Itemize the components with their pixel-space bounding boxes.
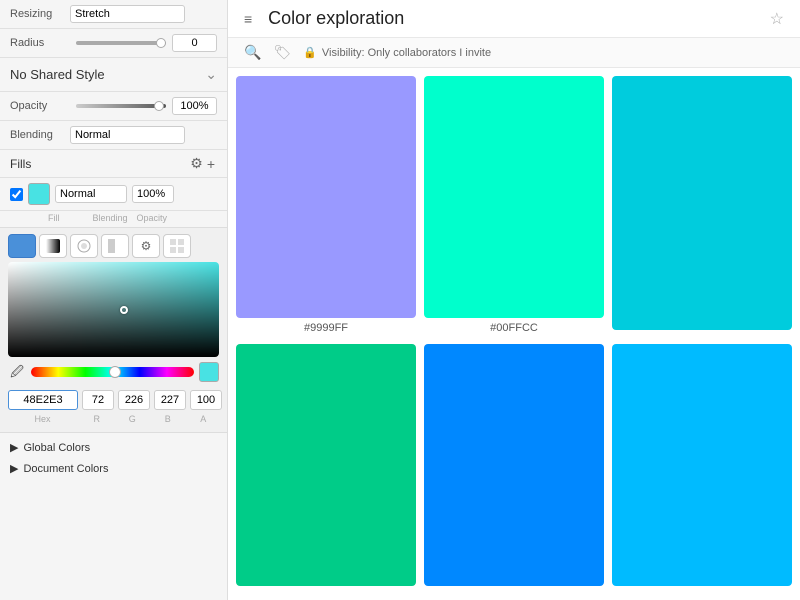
color-tile-6 xyxy=(612,344,792,592)
blending-sub-label: Blending xyxy=(93,213,128,223)
color-label-5 xyxy=(424,590,604,592)
global-colors-row[interactable]: ▶ Global Colors xyxy=(0,437,227,458)
resizing-select[interactable]: Stretch xyxy=(70,5,185,23)
tag-icon[interactable]: 🏷 xyxy=(273,44,291,61)
fill-label: Fill xyxy=(48,213,60,223)
color-swatch-5[interactable] xyxy=(424,344,604,586)
color-tile-5 xyxy=(424,344,604,592)
fills-settings-button[interactable]: ⚙ xyxy=(188,155,205,172)
color-label-3 xyxy=(612,334,792,336)
fills-row: Normal 100% xyxy=(0,178,227,211)
eyedropper-button[interactable]: 🖉 xyxy=(8,363,26,381)
global-colors-label: Global Colors xyxy=(23,442,90,454)
resizing-row: Resizing Stretch xyxy=(0,0,227,29)
blue-input[interactable]: 227 xyxy=(154,390,186,410)
search-icon[interactable]: 🔍 xyxy=(244,44,261,61)
b-label: B xyxy=(152,414,184,424)
hue-row: 🖉 xyxy=(0,357,227,387)
color-swatch-2[interactable] xyxy=(424,76,604,318)
radius-label: Radius xyxy=(10,37,70,49)
color-grid: #9999FF #00FFCC xyxy=(228,68,800,600)
color-label-4 xyxy=(236,590,416,592)
alpha-swatch[interactable] xyxy=(199,362,219,382)
angular-mode-button[interactable] xyxy=(101,234,129,258)
green-input[interactable]: 226 xyxy=(118,390,150,410)
radial-mode-button[interactable] xyxy=(70,234,98,258)
hamburger-icon[interactable]: ≡ xyxy=(244,11,252,27)
fill-opacity-input[interactable]: 100% xyxy=(132,185,174,203)
triangle-icon-doc: ▶ xyxy=(10,462,18,475)
color-label-1: #9999FF xyxy=(236,322,416,336)
color-label-6 xyxy=(612,590,792,592)
blending-select[interactable]: Normal xyxy=(70,126,185,144)
opacity-sub-label: Opacity xyxy=(137,213,168,223)
g-label: G xyxy=(116,414,148,424)
color-tile-1: #9999FF xyxy=(236,76,416,336)
fill-checkbox[interactable] xyxy=(10,188,23,201)
alpha-input[interactable]: 100 xyxy=(190,390,222,410)
radius-row: Radius 0 xyxy=(0,29,227,58)
opacity-label: Opacity xyxy=(10,100,70,112)
left-panel: Resizing Stretch Radius 0 No Shared Styl… xyxy=(0,0,228,600)
hex-input[interactable]: 48E2E3 xyxy=(8,390,78,410)
hue-thumb xyxy=(109,366,121,378)
fills-labels: Fill Blending Opacity xyxy=(0,211,227,227)
sub-bar: 🔍 🏷 🔒 Visibility: Only collaborators I i… xyxy=(228,38,800,68)
hex-label: Hex xyxy=(8,414,77,424)
color-swatch-6[interactable] xyxy=(612,344,792,586)
triangle-icon: ▶ xyxy=(10,441,18,454)
red-input[interactable]: 72 xyxy=(82,390,114,410)
color-picker: ⚙ 🖉 48E2E3 72 xyxy=(0,227,227,432)
blending-row: Blending Normal xyxy=(0,121,227,150)
shared-style-text: No Shared Style xyxy=(10,67,205,82)
top-bar: ≡ Color exploration ☆ xyxy=(228,0,800,38)
a-label: A xyxy=(187,414,219,424)
settings-mode-button[interactable]: ⚙ xyxy=(132,234,160,258)
blending-label: Blending xyxy=(10,129,70,141)
fills-title: Fills xyxy=(10,157,188,171)
page-title: Color exploration xyxy=(268,8,769,29)
opacity-slider[interactable] xyxy=(76,104,166,108)
r-label: R xyxy=(81,414,113,424)
document-colors-row[interactable]: ▶ Document Colors xyxy=(0,458,227,479)
chevron-down-icon: ⌄ xyxy=(205,66,217,83)
visibility-row: 🔒 Visibility: Only collaborators I invit… xyxy=(303,46,491,59)
color-swatch-4[interactable] xyxy=(236,344,416,586)
color-gradient-area[interactable] xyxy=(8,262,219,357)
visibility-text: Visibility: Only collaborators I invite xyxy=(322,47,491,59)
color-tile-4 xyxy=(236,344,416,592)
color-swatch-3[interactable] xyxy=(612,76,792,330)
color-swatch-1[interactable] xyxy=(236,76,416,318)
fills-add-button[interactable]: + xyxy=(205,156,217,172)
color-labels-row: Hex R G B A xyxy=(0,413,227,427)
shared-style-row[interactable]: No Shared Style ⌄ xyxy=(0,58,227,92)
color-tile-2: #00FFCC xyxy=(424,76,604,336)
lock-icon: 🔒 xyxy=(303,46,317,59)
document-colors-label: Document Colors xyxy=(23,463,108,475)
resizing-label: Resizing xyxy=(10,8,70,20)
fill-blending-select[interactable]: Normal xyxy=(55,185,127,203)
gradient-cursor xyxy=(120,306,128,314)
radius-slider[interactable] xyxy=(76,41,166,45)
color-label-2: #00FFCC xyxy=(424,322,604,336)
radius-thumb xyxy=(156,38,166,48)
color-mode-tabs: ⚙ xyxy=(0,228,227,262)
opacity-input[interactable]: 100% xyxy=(172,97,217,115)
hue-slider[interactable] xyxy=(31,367,194,377)
fill-color-swatch[interactable] xyxy=(28,183,50,205)
radius-input[interactable]: 0 xyxy=(172,34,217,52)
solid-mode-button[interactable] xyxy=(8,234,36,258)
colors-section: ▶ Global Colors ▶ Document Colors xyxy=(0,432,227,483)
pattern-mode-button[interactable] xyxy=(163,234,191,258)
color-tile-3 xyxy=(612,76,792,336)
opacity-thumb xyxy=(154,101,164,111)
color-values-row: 48E2E3 72 226 227 100 xyxy=(0,387,227,413)
star-icon[interactable]: ☆ xyxy=(770,9,784,29)
right-panel: ≡ Color exploration ☆ 🔍 🏷 🔒 Visibility: … xyxy=(228,0,800,600)
linear-mode-button[interactable] xyxy=(39,234,67,258)
fills-header: Fills ⚙ + xyxy=(0,150,227,178)
opacity-row: Opacity 100% xyxy=(0,92,227,121)
